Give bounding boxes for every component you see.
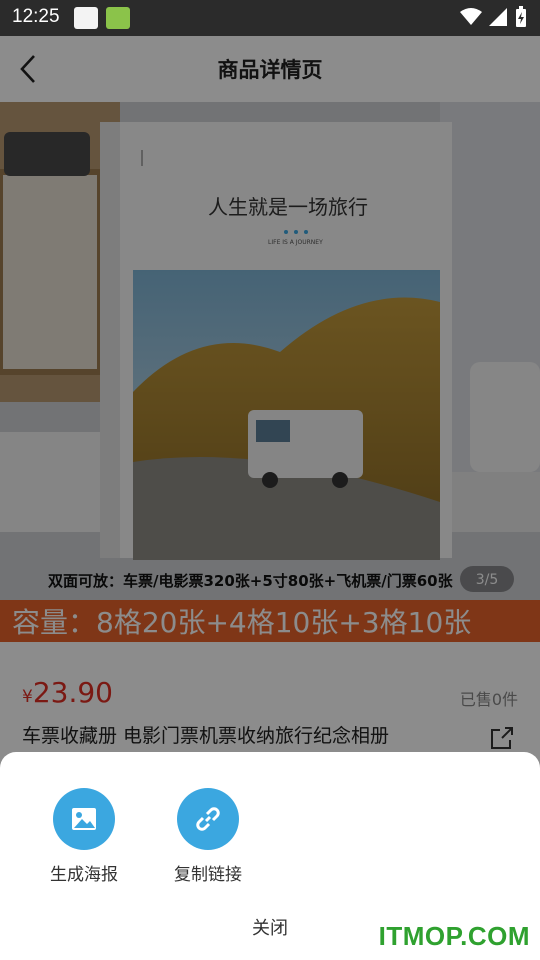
notification-app-icon	[74, 7, 98, 29]
generate-poster-label: 生成海报	[50, 865, 118, 885]
status-time: 12:25	[12, 6, 60, 27]
wifi-icon	[460, 8, 482, 25]
copy-link-option[interactable]: 复制链接	[153, 788, 263, 885]
status-bar: 12:25	[0, 0, 540, 36]
generate-poster-option[interactable]: 生成海报	[29, 788, 139, 885]
watermark: ITMOP.COM	[378, 921, 530, 951]
image-icon	[72, 808, 96, 830]
battery-icon	[516, 6, 526, 27]
link-icon	[196, 807, 220, 831]
copy-link-button[interactable]	[177, 788, 239, 850]
poster-button[interactable]	[53, 788, 115, 850]
signal-icon	[489, 8, 507, 26]
notification-app-icon	[106, 7, 130, 29]
copy-link-label: 复制链接	[174, 865, 242, 885]
